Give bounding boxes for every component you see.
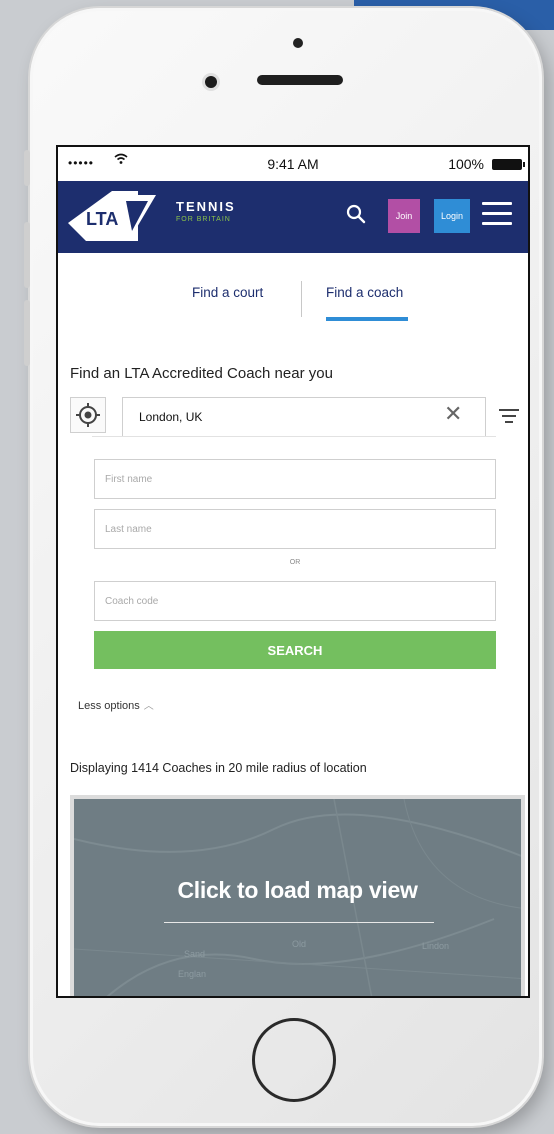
join-button[interactable]: Join	[388, 199, 420, 233]
site-header: LTA TENNIS FOR BRITAIN Join Login	[58, 181, 528, 253]
less-options-toggle[interactable]: Less options ︿	[78, 697, 154, 712]
battery-icon	[492, 159, 525, 170]
map-placeholder[interactable]: Sand Englan Old Lindon Click to load map…	[70, 795, 525, 996]
or-separator: OR	[289, 559, 301, 566]
home-button[interactable]	[252, 1018, 336, 1102]
filter-icon[interactable]	[499, 409, 519, 425]
active-tab-indicator	[326, 317, 408, 321]
coach-code-field[interactable]: Coach code	[94, 581, 496, 621]
results-summary: Displaying 1414 Coaches in 20 mile radiu…	[70, 761, 367, 775]
section-divider	[92, 436, 496, 437]
finder-tabs: Find a court Find a coach	[58, 253, 528, 333]
map-label: Englan	[178, 969, 207, 979]
proximity-sensor	[293, 38, 303, 48]
logo-text: LTA	[86, 209, 118, 229]
lta-logo[interactable]: LTA	[68, 191, 158, 241]
page-title: Find an LTA Accredited Coach near you	[70, 365, 333, 382]
tab-find-court[interactable]: Find a court	[192, 285, 263, 300]
clear-location-icon[interactable]: ✕	[444, 401, 462, 427]
status-bar: ••••• 9:41 AM 100%	[58, 147, 528, 181]
less-options-label: Less options	[78, 700, 140, 712]
map-label: Old	[292, 939, 307, 949]
location-input[interactable]: London, UK	[122, 397, 486, 437]
login-button[interactable]: Login	[434, 199, 470, 233]
search-icon[interactable]	[345, 203, 367, 225]
use-my-location-button[interactable]	[70, 397, 106, 433]
mute-switch	[24, 150, 30, 186]
volume-up-button	[24, 222, 30, 288]
locate-icon	[76, 403, 100, 427]
chevron-up-icon: ︿	[143, 701, 154, 712]
cta-underline	[164, 922, 434, 923]
brand-wordmark: TENNIS FOR BRITAIN	[176, 199, 236, 223]
earpiece-speaker	[257, 75, 343, 85]
map-label: Sand	[184, 949, 206, 959]
first-name-field[interactable]: First name	[94, 459, 496, 499]
load-map-cta[interactable]: Click to load map view	[74, 877, 521, 904]
map-label: Lindon	[422, 941, 450, 951]
brand-line-1: TENNIS	[176, 199, 236, 214]
battery-percent: 100%	[448, 156, 484, 172]
menu-icon[interactable]	[482, 202, 512, 228]
last-name-field[interactable]: Last name	[94, 509, 496, 549]
phone-screen: ••••• 9:41 AM 100% LTA TENNIS FOR BRITAI…	[56, 145, 530, 998]
front-camera	[205, 76, 217, 88]
search-button[interactable]: SEARCH	[94, 631, 496, 669]
brand-line-2: FOR BRITAIN	[176, 216, 231, 223]
tab-find-coach[interactable]: Find a coach	[326, 285, 403, 300]
tab-divider	[301, 281, 302, 317]
volume-down-button	[24, 300, 30, 366]
